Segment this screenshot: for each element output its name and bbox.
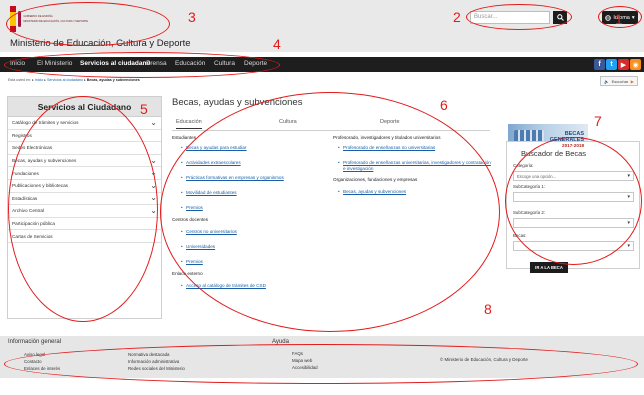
annotation-label-2: 2 (453, 9, 461, 25)
youtube-icon[interactable]: ▶ (618, 59, 629, 70)
listen-button[interactable]: 🔈 Escuchar ▶ (600, 76, 638, 86)
play-icon: ▶ (630, 78, 634, 84)
chevron-down-icon: ⌄ (150, 117, 157, 127)
chevron-down-icon: ▾ (627, 243, 630, 249)
speaker-icon: 🔈 (604, 78, 610, 84)
twitter-icon[interactable]: t (606, 59, 617, 70)
breadcrumb-prefix: Está usted en: (8, 78, 31, 82)
annotation-label-3: 3 (188, 9, 196, 25)
annotation-ellipse-2 (466, 4, 572, 30)
banner-text: BECAS GENERALES 2017-2018 (550, 131, 584, 149)
listen-label: Escuchar (611, 78, 629, 84)
annotation-ellipse-6 (160, 92, 500, 332)
annotation-ellipse-5 (8, 96, 158, 322)
banner-year: 2017-2018 (562, 143, 584, 148)
annotation-label-1: 1 (615, 11, 623, 27)
annotation-label-7: 7 (594, 113, 602, 129)
annotation-label-8: 8 (484, 301, 492, 317)
footer-heading: Información general (8, 339, 62, 345)
annotation-ellipse-4 (4, 52, 280, 78)
annotation-ellipse-8 (4, 344, 638, 384)
annotation-label-4: 4 (273, 36, 281, 52)
breadcrumb-current: Becas, ayudas y subvenciones (86, 78, 140, 82)
rss-icon[interactable]: ◉ (630, 59, 641, 70)
annotation-label-5: 5 (140, 101, 148, 117)
breadcrumb: Está usted en: ▸ Inicio ▸ Servicios al c… (8, 78, 140, 82)
annotation-ellipse-3 (6, 2, 170, 46)
annotation-ellipse-7 (505, 137, 642, 265)
annotation-label-6: 6 (440, 97, 448, 113)
facebook-icon[interactable]: f (594, 59, 605, 70)
tab-educacion[interactable]: Educación (176, 119, 202, 129)
breadcrumb-link[interactable]: Servicios al ciudadano (47, 78, 83, 82)
breadcrumb-link[interactable]: Inicio (35, 78, 43, 82)
